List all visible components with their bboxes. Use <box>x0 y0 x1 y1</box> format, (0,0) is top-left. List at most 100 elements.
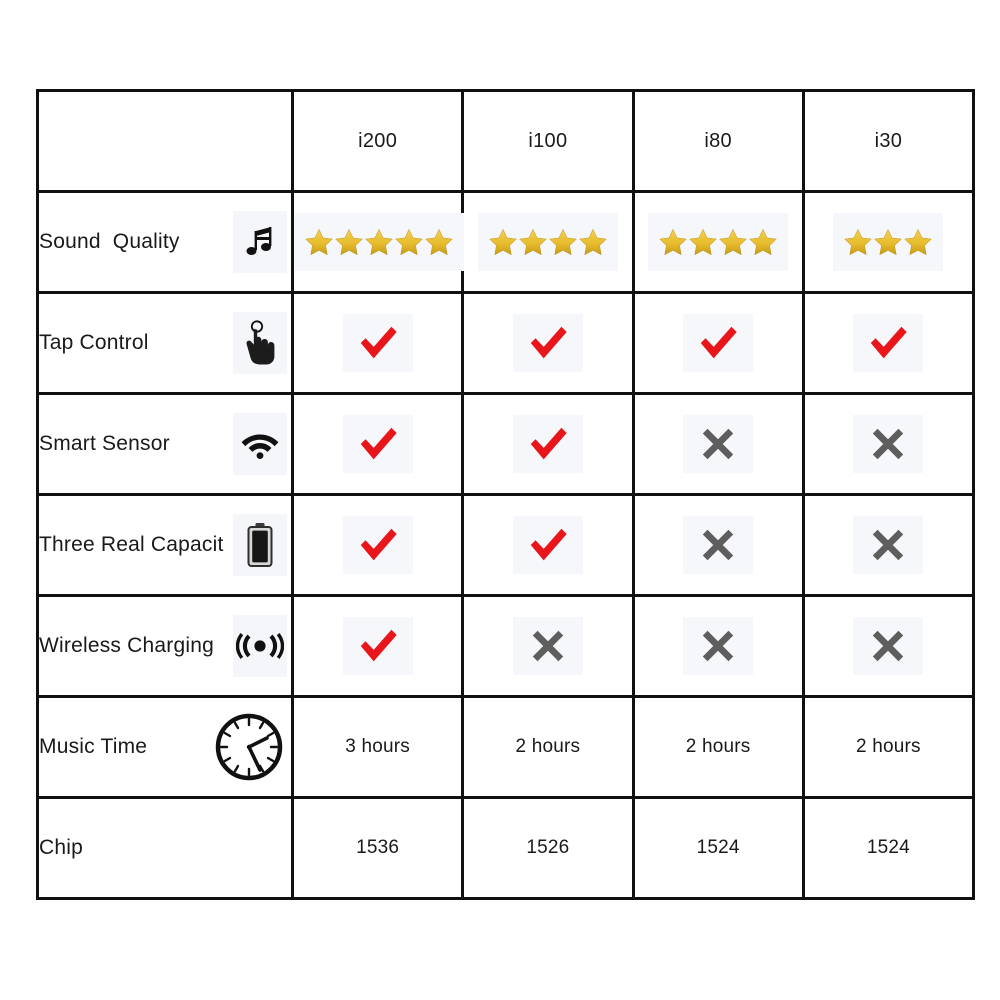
feature-label-cell: Smart Sensor <box>36 392 294 496</box>
clock-icon <box>215 713 283 781</box>
music-note-icon-container <box>233 211 287 273</box>
clock-icon-container <box>211 709 287 785</box>
check-icon <box>360 629 397 662</box>
value-cell <box>631 190 805 294</box>
star-icon <box>335 228 363 256</box>
header-corner-cell <box>36 89 294 193</box>
unsupported-badge <box>683 415 754 473</box>
value-cell: 3 hours <box>290 695 465 799</box>
cross-icon <box>873 428 904 460</box>
unsupported-badge <box>512 617 583 675</box>
feature-label-cell: Tap Control <box>36 291 294 395</box>
table-header-row: i200 i100 i80 i30 <box>36 89 976 193</box>
value-text: 1524 <box>696 837 740 858</box>
supported-badge <box>512 415 583 473</box>
feature-label-text: Smart Sensor <box>39 432 170 456</box>
table-row: Chip 1536 1526 1524 1524 <box>36 796 976 900</box>
value-text: 1526 <box>526 837 570 858</box>
value-cell <box>290 594 465 698</box>
check-icon <box>700 326 737 359</box>
star-icon <box>365 228 393 256</box>
star-icon <box>749 228 777 256</box>
check-icon <box>360 528 397 561</box>
value-cell: 2 hours <box>631 695 805 799</box>
feature-label-text: Music Time <box>39 735 148 759</box>
feature-label-cell: Sound Quality <box>36 190 294 294</box>
cross-icon <box>873 630 904 662</box>
supported-badge <box>683 314 754 372</box>
supported-badge <box>512 314 583 372</box>
check-icon <box>530 427 567 460</box>
wireless-signal-icon-container <box>233 615 287 677</box>
value-cell: 1536 <box>290 796 465 900</box>
value-cell: 1526 <box>461 796 635 900</box>
star-rating <box>833 213 944 271</box>
column-header-i30: i30 <box>801 89 976 193</box>
value-cell <box>290 190 465 294</box>
feature-label-text: Chip <box>39 836 83 860</box>
value-cell <box>461 493 635 597</box>
value-text: 1536 <box>356 837 400 858</box>
star-icon <box>425 228 453 256</box>
unsupported-badge <box>853 617 924 675</box>
star-icon <box>844 228 873 256</box>
feature-label-text: Three Real Capacit <box>39 533 224 557</box>
value-text: 1524 <box>866 837 910 858</box>
product-comparison-table: i200 i100 i80 i30 Sound Quality Tap Control Sm… <box>36 89 976 900</box>
tap-hand-icon <box>246 320 275 365</box>
wifi-icon-container <box>233 413 287 475</box>
value-cell <box>461 392 635 496</box>
value-cell <box>801 291 976 395</box>
value-text: 2 hours <box>855 736 921 757</box>
value-text: 2 hours <box>515 736 581 757</box>
cross-icon <box>702 428 734 460</box>
value-cell <box>631 493 805 597</box>
value-cell <box>801 190 976 294</box>
star-icon <box>579 228 607 256</box>
star-icon <box>689 228 717 256</box>
value-cell <box>801 392 976 496</box>
value-text: 3 hours <box>345 736 411 757</box>
comparison-table-page: i200 i100 i80 i30 Sound Quality Tap Control Sm… <box>0 0 1000 1000</box>
value-cell: 1524 <box>801 796 976 900</box>
star-icon <box>904 228 933 256</box>
star-icon <box>719 228 747 256</box>
battery-icon-container <box>233 514 287 576</box>
value-cell <box>631 291 805 395</box>
cross-icon <box>702 630 734 662</box>
table-row: Smart Sensor <box>36 392 976 496</box>
star-icon <box>395 228 423 256</box>
star-icon <box>659 228 687 256</box>
value-cell: 1524 <box>631 796 805 900</box>
check-icon <box>871 326 908 359</box>
music-note-icon <box>246 227 272 255</box>
table-row: Music Time 3 hours 2 hours 2 hours 2 hours <box>36 695 976 799</box>
supported-badge <box>512 516 583 574</box>
table-row: Tap Control <box>36 291 976 395</box>
feature-label-text: Wireless Charging <box>39 634 214 658</box>
wireless-signal-icon <box>236 633 284 659</box>
unsupported-badge <box>853 415 924 473</box>
value-cell <box>631 392 805 496</box>
star-rating <box>648 213 789 271</box>
supported-badge <box>342 314 413 372</box>
table-body: i200 i100 i80 i30 Sound Quality Tap Control Sm… <box>36 89 976 900</box>
value-cell <box>290 291 465 395</box>
value-cell <box>290 392 465 496</box>
value-cell: 2 hours <box>461 695 635 799</box>
supported-badge <box>342 617 413 675</box>
unsupported-badge <box>683 516 754 574</box>
feature-label-cell: Wireless Charging <box>36 594 294 698</box>
column-header-i200: i200 <box>290 89 465 193</box>
wifi-icon <box>241 434 279 459</box>
tap-hand-icon-container <box>233 312 287 374</box>
feature-label-cell: Chip <box>36 796 294 900</box>
check-icon <box>360 427 397 460</box>
check-icon <box>530 326 567 359</box>
table-row: Wireless Charging <box>36 594 976 698</box>
star-rating <box>477 213 618 271</box>
column-header-i80: i80 <box>631 89 805 193</box>
star-icon <box>489 228 517 256</box>
unsupported-badge <box>683 617 754 675</box>
value-cell <box>801 493 976 597</box>
